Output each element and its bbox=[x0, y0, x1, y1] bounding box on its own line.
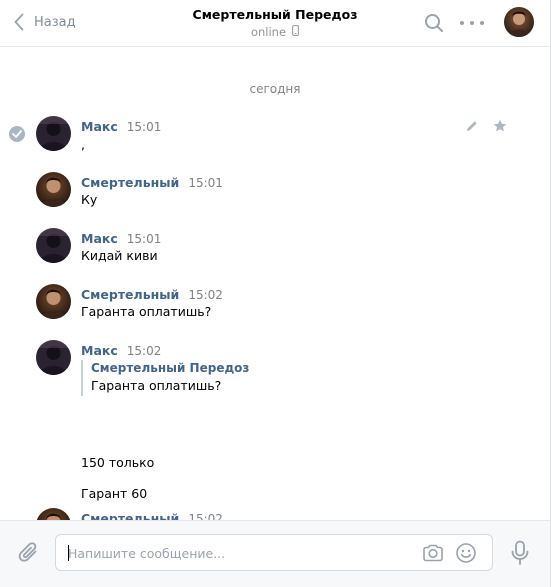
chat-title: Смертельный Передоз bbox=[192, 7, 358, 22]
message-item[interactable]: Макс 15:01 , bbox=[0, 116, 550, 156]
message-time[interactable]: 15:01 bbox=[127, 232, 162, 246]
quote-author[interactable]: Смертельный Передоз bbox=[91, 360, 249, 377]
message-time[interactable]: 15:01 bbox=[188, 176, 223, 190]
paperclip-icon bbox=[17, 542, 41, 569]
message-text: Кидай киви bbox=[81, 248, 158, 263]
search-button[interactable] bbox=[423, 12, 445, 34]
chat-header: Назад Смертельный Передоз online bbox=[0, 0, 550, 47]
message-author[interactable]: Смертельный bbox=[81, 287, 179, 302]
message-text: Гаранта оплатишь? bbox=[81, 304, 212, 319]
chat-window: Назад Смертельный Передоз online сегодня… bbox=[0, 0, 551, 587]
avatar[interactable] bbox=[36, 508, 71, 520]
avatar[interactable] bbox=[36, 284, 71, 319]
forwarded-quote[interactable]: Смертельный Передоз Гаранта оплатишь? bbox=[81, 360, 249, 396]
emoji-button[interactable] bbox=[455, 542, 477, 564]
message-item[interactable]: Макс 15:01 Кидай киви bbox=[0, 228, 550, 268]
more-button[interactable] bbox=[460, 14, 484, 32]
chat-status: online bbox=[150, 24, 400, 40]
message-text: 150 только bbox=[81, 455, 155, 470]
back-button[interactable]: Назад bbox=[14, 11, 76, 33]
online-status: online bbox=[250, 25, 287, 39]
message-time[interactable]: 15:01 bbox=[127, 120, 162, 134]
check-icon[interactable] bbox=[9, 126, 25, 142]
phone-icon bbox=[292, 24, 299, 40]
message-text: , bbox=[81, 137, 85, 152]
message-author[interactable]: Макс bbox=[81, 343, 118, 358]
camera-button[interactable] bbox=[422, 543, 444, 563]
message-actions bbox=[464, 118, 508, 134]
smile-icon bbox=[455, 543, 477, 568]
text-caret bbox=[68, 545, 69, 561]
date-separator: сегодня bbox=[249, 82, 301, 96]
message-item[interactable]: Макс 15:02 Смертельный Передоз Гаранта о… bbox=[0, 340, 550, 520]
message-time[interactable]: 15:02 bbox=[127, 344, 162, 358]
message-meta: Макс 15:01 bbox=[81, 231, 161, 247]
message-input[interactable] bbox=[68, 543, 408, 563]
message-author[interactable]: Макс bbox=[81, 119, 118, 134]
message-meta: Смертельный 15:01 bbox=[81, 175, 223, 191]
message-author[interactable]: Смертельный bbox=[81, 511, 179, 520]
avatar[interactable] bbox=[36, 340, 71, 375]
quote-text: Гаранта оплатишь? bbox=[91, 378, 222, 393]
avatar[interactable] bbox=[36, 228, 71, 263]
message-meta: Макс 15:01 bbox=[81, 119, 161, 135]
message-time[interactable]: 15:02 bbox=[188, 288, 223, 302]
message-time[interactable]: 15:02 bbox=[188, 512, 223, 520]
star-icon[interactable] bbox=[492, 118, 508, 134]
attach-button[interactable] bbox=[17, 541, 41, 565]
message-item[interactable]: Смертельный 15:01 Ку bbox=[0, 172, 550, 212]
microphone-icon bbox=[510, 540, 530, 570]
message-composer bbox=[0, 520, 550, 587]
message-meta: Смертельный 15:02 bbox=[81, 511, 223, 520]
message-item[interactable]: Смертельный 15:02 Гаранта оплатишь? bbox=[0, 284, 550, 324]
message-item[interactable]: Смертельный 15:02 bbox=[0, 508, 550, 520]
camera-icon bbox=[422, 544, 444, 567]
message-meta: Смертельный 15:02 bbox=[81, 287, 223, 303]
chevron-left-icon bbox=[14, 13, 24, 31]
message-text: Гарант 60 bbox=[81, 486, 148, 501]
chat-title-block[interactable]: Смертельный Передоз online bbox=[150, 7, 400, 40]
voice-message-button[interactable] bbox=[510, 540, 530, 566]
avatar[interactable] bbox=[504, 7, 534, 37]
message-author[interactable]: Макс bbox=[81, 231, 118, 246]
message-text: Ку bbox=[81, 192, 98, 207]
message-input-box[interactable] bbox=[55, 534, 493, 571]
pencil-icon[interactable] bbox=[464, 118, 480, 134]
avatar[interactable] bbox=[36, 172, 71, 207]
message-meta: Макс 15:02 bbox=[81, 343, 161, 359]
more-dots-icon bbox=[460, 21, 464, 25]
avatar[interactable] bbox=[36, 116, 71, 151]
search-icon bbox=[423, 14, 445, 38]
message-author[interactable]: Смертельный bbox=[81, 175, 179, 190]
back-label: Назад bbox=[34, 14, 76, 30]
message-history[interactable]: сегодня Макс 15:01 , Смертельный 15:01 К… bbox=[0, 48, 550, 520]
